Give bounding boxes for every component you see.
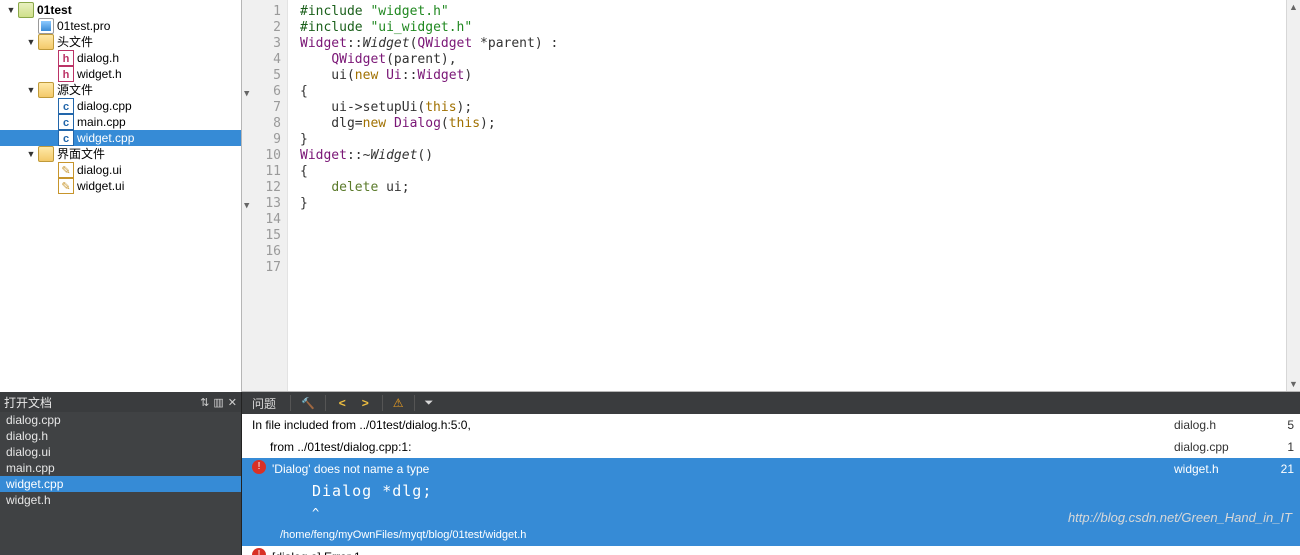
issue-row[interactable]: In file included from ../01test/dialog.h… — [242, 414, 1300, 436]
ui-icon: ✎ — [58, 162, 74, 178]
cpp-icon: c — [58, 114, 74, 130]
tree-item-label: 界面文件 — [56, 146, 105, 162]
open-doc-item[interactable]: main.cpp — [0, 460, 241, 476]
tree-item-label: 头文件 — [56, 34, 93, 50]
tree-item-pro[interactable]: 01test.pro — [0, 18, 241, 34]
tree-item-dialog-ui[interactable]: ✎dialog.ui — [0, 162, 241, 178]
project-tree-pane[interactable]: ▼01test01test.pro▼头文件hdialog.hhwidget.h▼… — [0, 0, 242, 392]
issues-tab[interactable]: 问题 — [248, 395, 280, 412]
open-docs-split-icon[interactable]: ▥ — [213, 396, 223, 409]
tree-item-widget-cpp[interactable]: cwidget.cpp — [0, 130, 241, 146]
code-line[interactable]: delete ui; — [300, 180, 1300, 196]
error-icon: ! — [252, 460, 266, 474]
filter-icon[interactable]: ⏷ — [425, 397, 434, 410]
scroll-down-icon[interactable]: ▼ — [1287, 377, 1300, 391]
folder-icon — [38, 82, 54, 98]
error-icon: ! — [252, 548, 266, 555]
tree-item-dialog-cpp[interactable]: cdialog.cpp — [0, 98, 241, 114]
code-editor[interactable]: 123456▼78910111213▼14151617 #include "wi… — [242, 0, 1300, 392]
tree-item-headers[interactable]: ▼ 头文件 — [0, 34, 241, 50]
folder-icon — [38, 146, 54, 162]
h-icon: h — [58, 50, 74, 66]
code-line[interactable]: ui->setupUi(this); — [300, 100, 1300, 116]
code-line[interactable]: #include "widget.h" — [300, 4, 1300, 20]
issue-row[interactable]: ![dialog.o] Error 1 — [242, 546, 1300, 555]
code-line[interactable]: Widget::~Widget() — [300, 148, 1300, 164]
code-line[interactable]: { — [300, 84, 1300, 100]
tree-item-label: main.cpp — [76, 114, 126, 130]
issue-prev-icon[interactable]: < — [336, 396, 349, 410]
open-doc-item[interactable]: widget.h — [0, 492, 241, 508]
tree-item-label: 源文件 — [56, 82, 93, 98]
tree-item-label: widget.ui — [76, 178, 124, 194]
code-line[interactable]: #include "ui_widget.h" — [300, 20, 1300, 36]
open-docs-close-icon[interactable]: ✕ — [228, 396, 237, 409]
open-docs-title: 打开文档 — [4, 394, 196, 411]
code-line[interactable]: ui(new Ui::Widget) — [300, 68, 1300, 84]
code-line[interactable]: dlg=new Dialog(this); — [300, 116, 1300, 132]
issue-error-detail[interactable]: Dialog *dlg; — [242, 480, 1300, 502]
tree-item-label: dialog.ui — [76, 162, 122, 178]
build-icon[interactable]: 🔨 — [301, 397, 315, 410]
expand-toggle-icon[interactable]: ▼ — [24, 82, 38, 98]
issues-header: 问题 🔨 < > ⚠ ⏷ — [242, 392, 1300, 414]
tree-item-forms[interactable]: ▼ 界面文件 — [0, 146, 241, 162]
open-docs-sort-icon[interactable]: ⇅ — [200, 396, 209, 409]
tree-item-label: widget.cpp — [76, 130, 134, 146]
tree-item-sources[interactable]: ▼ 源文件 — [0, 82, 241, 98]
issues-pane: 问题 🔨 < > ⚠ ⏷ In file included from ../01… — [242, 392, 1300, 555]
tree-item-widget-ui[interactable]: ✎widget.ui — [0, 178, 241, 194]
tree-item-label: dialog.h — [76, 50, 119, 66]
editor-vscrollbar[interactable]: ▲ ▼ — [1286, 0, 1300, 391]
tree-item-widget-h[interactable]: hwidget.h — [0, 66, 241, 82]
scroll-up-icon[interactable]: ▲ — [1287, 0, 1300, 14]
proj-icon — [18, 2, 34, 18]
warning-filter-icon[interactable]: ⚠ — [393, 396, 404, 410]
folder-icon — [38, 34, 54, 50]
open-doc-item[interactable]: widget.cpp — [0, 476, 241, 492]
code-line[interactable]: { — [300, 164, 1300, 180]
open-doc-item[interactable]: dialog.ui — [0, 444, 241, 460]
issue-error-caret: ^ — [242, 502, 1300, 524]
tree-item-label: 01test — [36, 2, 72, 18]
issue-error-path[interactable]: /home/feng/myOwnFiles/myqt/blog/01test/w… — [242, 524, 1300, 546]
pro-icon — [38, 18, 54, 34]
code-line[interactable]: QWidget(parent), — [300, 52, 1300, 68]
cpp-icon: c — [58, 130, 74, 146]
tree-item-label: dialog.cpp — [76, 98, 132, 114]
tree-item-label: widget.h — [76, 66, 122, 82]
code-line[interactable]: } — [300, 132, 1300, 148]
cpp-icon: c — [58, 98, 74, 114]
tree-item-main-cpp[interactable]: cmain.cpp — [0, 114, 241, 130]
open-documents-pane: 打开文档 ⇅ ▥ ✕ dialog.cppdialog.hdialog.uima… — [0, 392, 242, 555]
issue-error-row[interactable]: !'Dialog' does not name a typewidget.h21 — [242, 458, 1300, 480]
open-doc-item[interactable]: dialog.h — [0, 428, 241, 444]
tree-item-root[interactable]: ▼ 01test — [0, 2, 241, 18]
code-line[interactable]: Widget::Widget(QWidget *parent) : — [300, 36, 1300, 52]
issue-row[interactable]: from ../01test/dialog.cpp:1:dialog.cpp1 — [242, 436, 1300, 458]
expand-toggle-icon[interactable]: ▼ — [24, 146, 38, 162]
ui-icon: ✎ — [58, 178, 74, 194]
expand-toggle-icon[interactable]: ▼ — [4, 2, 18, 18]
tree-item-label: 01test.pro — [56, 18, 110, 34]
code-line[interactable]: } — [300, 196, 1300, 212]
open-doc-item[interactable]: dialog.cpp — [0, 412, 241, 428]
issue-next-icon[interactable]: > — [359, 396, 372, 410]
expand-toggle-icon[interactable]: ▼ — [24, 34, 38, 50]
h-icon: h — [58, 66, 74, 82]
tree-item-dialog-h[interactable]: hdialog.h — [0, 50, 241, 66]
